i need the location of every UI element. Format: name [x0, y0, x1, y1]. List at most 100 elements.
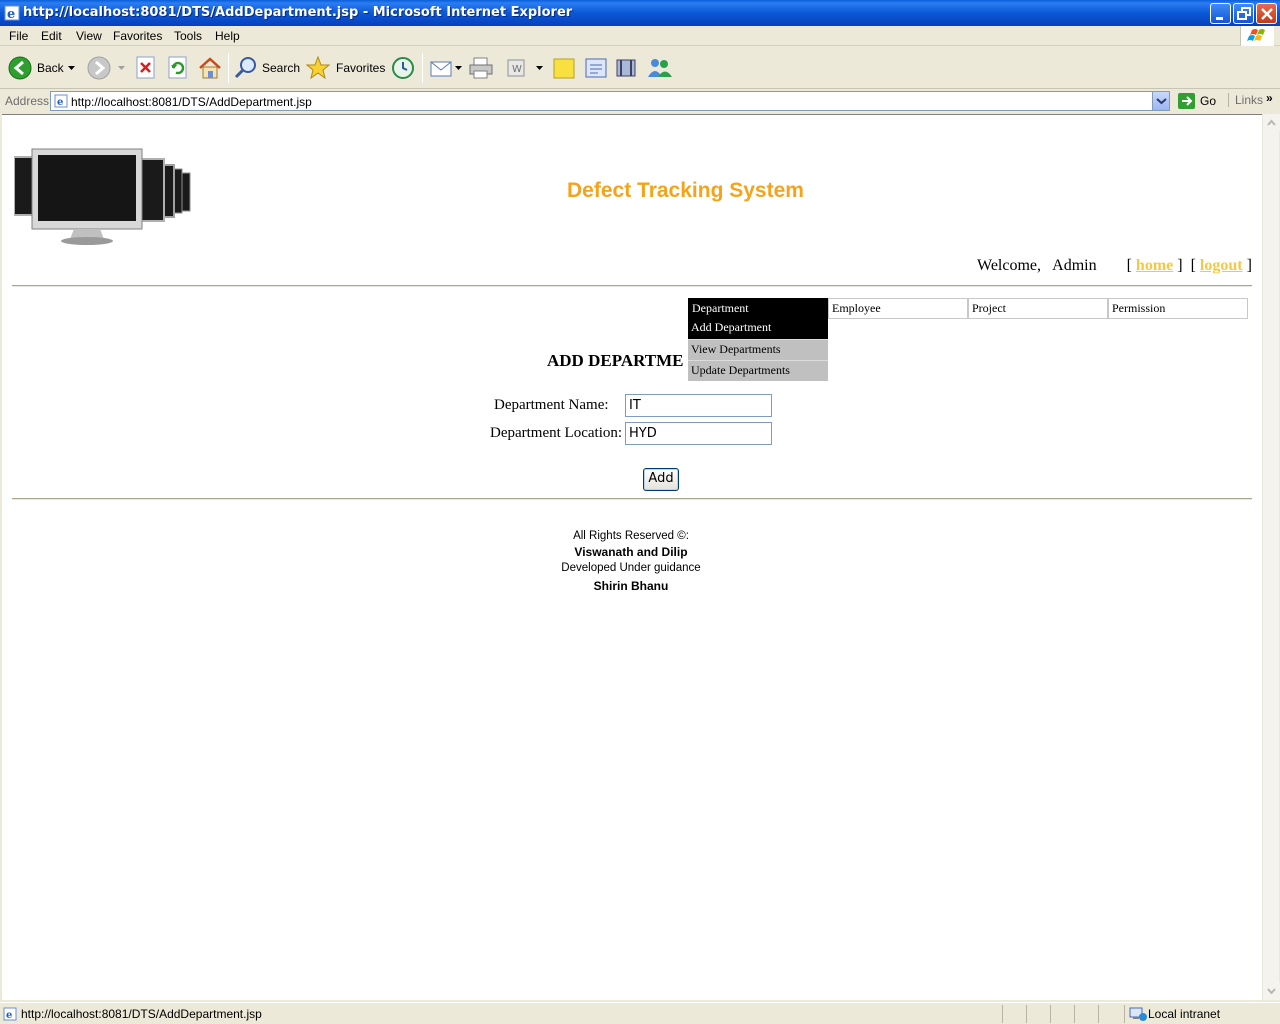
department-location-input[interactable]: HYD	[625, 422, 772, 445]
go-label: Go	[1200, 94, 1217, 108]
local-intranet-icon	[1129, 1007, 1147, 1021]
svg-text:e: e	[57, 97, 63, 108]
toolbar-separator	[422, 53, 423, 83]
status-pane	[1098, 1005, 1099, 1023]
department-name-input[interactable]: IT	[625, 394, 772, 417]
status-pane	[1050, 1005, 1051, 1023]
menu-item-view-departments[interactable]: View Departments	[688, 339, 828, 360]
search-button[interactable]: Search	[234, 55, 301, 81]
tab-department[interactable]: Department	[688, 298, 828, 319]
media-icon	[616, 59, 636, 77]
tab-employee[interactable]: Employee	[828, 298, 968, 319]
back-arrow-icon	[8, 56, 32, 80]
stop-button[interactable]	[134, 55, 158, 81]
svg-text:e: e	[6, 1010, 12, 1021]
contacts-button[interactable]	[646, 55, 674, 81]
header-divider	[12, 285, 1252, 287]
scroll-down-icon	[1267, 988, 1276, 995]
window-title: http://localhost:8081/DTS/AddDepartment.…	[23, 5, 573, 20]
toolbar-separator	[228, 53, 229, 83]
menu-file[interactable]: File	[9, 29, 28, 43]
department-location-label: Department Location:	[490, 425, 623, 441]
messenger-button[interactable]	[583, 55, 609, 81]
welcome-bar: Welcome, Admin [ home ] [ logout ]	[977, 257, 1252, 274]
edit-button[interactable]: W	[504, 55, 544, 81]
refresh-button[interactable]	[166, 55, 190, 81]
add-button[interactable]: Add	[643, 468, 679, 491]
research-icon	[585, 58, 607, 78]
menu-item-add-department[interactable]: Add Department	[688, 318, 828, 339]
tab-permission[interactable]: Permission	[1108, 298, 1248, 319]
status-pane	[1002, 1005, 1003, 1023]
footer-guidance: Developed Under guidance	[561, 562, 701, 574]
print-button[interactable]	[468, 55, 494, 81]
minimize-button[interactable]	[1210, 3, 1231, 24]
tab-project[interactable]: Project	[968, 298, 1108, 319]
go-arrow-icon	[1178, 93, 1195, 109]
browser-window: e http://localhost:8081/DTS/AddDepartmen…	[0, 0, 1280, 1024]
menu-edit[interactable]: Edit	[41, 29, 62, 43]
address-url: http://localhost:8081/DTS/AddDepartment.…	[71, 95, 312, 109]
search-icon	[234, 57, 256, 79]
stop-icon	[136, 56, 155, 79]
search-label: Search	[262, 61, 301, 75]
page-icon: e	[3, 1007, 17, 1021]
back-label: Back	[37, 61, 64, 75]
links-chevron-icon[interactable]: »	[1266, 91, 1273, 105]
address-dropdown-button[interactable]	[1152, 92, 1169, 110]
go-button[interactable]: Go	[1176, 92, 1226, 111]
close-icon	[1261, 8, 1273, 20]
welcome-text: Welcome,	[977, 257, 1042, 274]
department-name-label: Department Name:	[494, 397, 609, 413]
monitors-logo	[14, 148, 191, 245]
media-button[interactable]	[614, 55, 640, 81]
history-button[interactable]	[390, 55, 416, 81]
forward-dropdown-icon	[118, 66, 125, 70]
page-heading: ADD DEPARTME	[547, 351, 684, 370]
logout-link[interactable]: logout	[1200, 257, 1243, 274]
toolbar: Back Search Favorites W	[0, 47, 1280, 89]
svg-text:W: W	[512, 64, 522, 75]
status-pane	[1124, 1005, 1125, 1023]
back-dropdown-icon[interactable]	[68, 66, 76, 72]
menu-tools[interactable]: Tools	[174, 29, 202, 43]
favorites-label: Favorites	[336, 61, 386, 75]
menu-view[interactable]: View	[76, 29, 102, 43]
address-input[interactable]: e http://localhost:8081/DTS/AddDepartmen…	[50, 91, 1170, 111]
footer-authors: Viswanath and Dilip	[574, 545, 688, 559]
footer-divider	[12, 498, 1252, 500]
home-icon	[199, 57, 221, 79]
menu-help[interactable]: Help	[215, 29, 240, 43]
status-bar: e http://localhost:8081/DTS/AddDepartmen…	[0, 1002, 1280, 1024]
home-button[interactable]	[197, 55, 223, 81]
title-bar: e http://localhost:8081/DTS/AddDepartmen…	[0, 0, 1280, 26]
footer: All Rights Reserved ©: Viswanath and Dil…	[2, 528, 1260, 594]
close-button[interactable]	[1256, 3, 1277, 24]
mail-button[interactable]	[429, 55, 463, 81]
people-icon	[648, 59, 672, 77]
internet-explorer-icon: e	[4, 5, 20, 21]
discuss-button[interactable]	[552, 55, 576, 81]
forward-button[interactable]	[86, 55, 126, 81]
menu-item-update-departments[interactable]: Update Departments	[688, 360, 828, 381]
word-edit-icon: W	[507, 59, 543, 77]
home-link[interactable]: home	[1136, 257, 1173, 274]
menu-favorites[interactable]: Favorites	[113, 29, 162, 43]
favorites-button[interactable]: Favorites	[306, 55, 386, 81]
restore-icon	[1237, 7, 1251, 20]
footer-copyright: All Rights Reserved ©:	[573, 530, 689, 542]
address-bar: Address e http://localhost:8081/DTS/AddD…	[0, 90, 1280, 113]
footer-guide-name: Shirin Bhanu	[593, 579, 669, 593]
menu-bar: File Edit View Favorites Tools Help	[0, 26, 1280, 46]
windows-logo-icon	[1240, 26, 1274, 46]
restore-button[interactable]	[1233, 3, 1254, 24]
scroll-up-button[interactable]	[1263, 114, 1280, 131]
back-button[interactable]: Back	[8, 55, 76, 81]
forward-arrow-icon	[87, 56, 111, 80]
svg-text:e: e	[7, 7, 15, 21]
vertical-scrollbar[interactable]	[1262, 114, 1280, 1000]
mail-icon	[430, 61, 462, 77]
history-clock-icon	[392, 57, 414, 79]
scroll-down-button[interactable]	[1263, 983, 1280, 1000]
site-title: Defect Tracking System	[567, 179, 804, 202]
